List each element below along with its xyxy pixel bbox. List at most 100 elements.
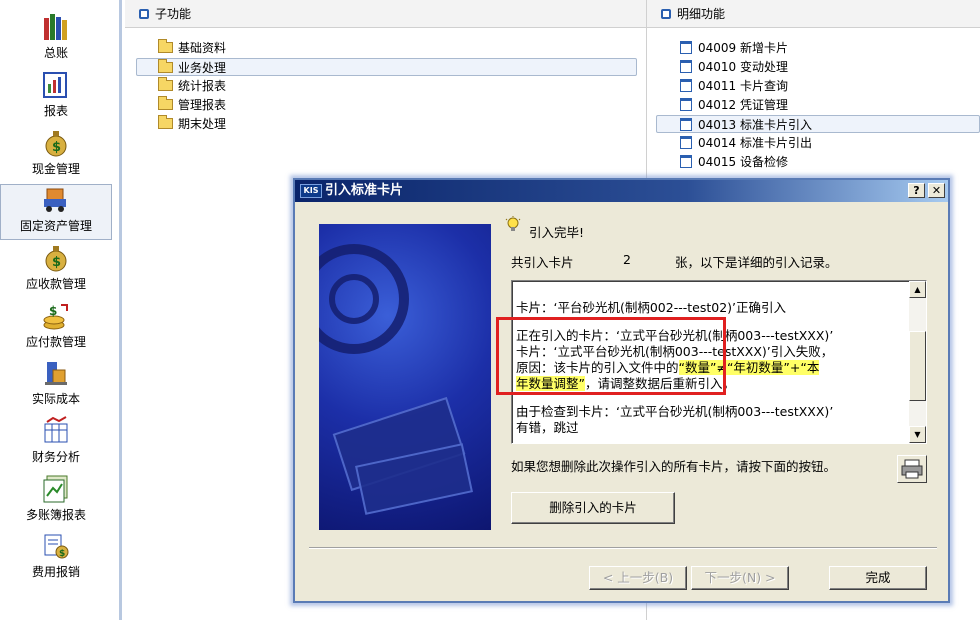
subfunction-item-business[interactable]: 业务处理 xyxy=(136,58,637,76)
detail-item-label: 标准卡片引出 xyxy=(740,136,813,150)
lightbulb-icon xyxy=(505,216,521,232)
summary-count: 2 xyxy=(623,252,631,267)
detail-item-04014[interactable]: 04014 标准卡片引出 xyxy=(680,134,812,152)
document-icon xyxy=(680,155,692,168)
sidebar-item-financial-analysis[interactable]: 财务分析 xyxy=(0,416,112,472)
scroll-up-button[interactable]: ▲ xyxy=(909,281,926,298)
subfunction-item-label: 期末处理 xyxy=(178,117,227,131)
analysis-icon xyxy=(41,416,71,446)
folder-icon xyxy=(158,77,173,91)
detail-item-label: 凭证管理 xyxy=(740,98,789,112)
delete-imported-cards-button[interactable]: 删除引入的卡片 xyxy=(511,492,675,524)
detail-item-code: 04013 xyxy=(698,118,737,132)
subfunction-item-label: 管理报表 xyxy=(178,98,227,112)
sidebar-item-reports[interactable]: 报表 xyxy=(0,70,112,126)
sidebar-item-label: 多账簿报表 xyxy=(25,508,86,522)
cost-icon xyxy=(41,358,71,388)
sidebar-item-cash-management[interactable]: $ 现金管理 xyxy=(0,128,112,184)
detail-item-04015[interactable]: 04015 设备检修 xyxy=(680,153,788,171)
folder-icon xyxy=(158,39,173,53)
subfunction-item-basic-data[interactable]: 基础资料 xyxy=(158,39,226,57)
detail-item-code: 04010 xyxy=(698,60,737,74)
payable-coins-icon: $ xyxy=(41,301,71,331)
sidebar-item-actual-cost[interactable]: 实际成本 xyxy=(0,358,112,414)
sidebar-item-label: 报表 xyxy=(43,104,68,118)
dialog-titlebar[interactable]: KIS 引入标准卡片 ? ✕ xyxy=(295,180,948,202)
import-complete-text: 引入完毕! xyxy=(529,225,585,240)
detail-item-label: 新增卡片 xyxy=(740,41,789,55)
fixed-asset-truck-icon xyxy=(41,185,71,215)
sidebar-item-fixed-assets[interactable]: 固定资产管理 xyxy=(0,184,112,240)
document-icon xyxy=(680,136,692,149)
kis-logo-icon: KIS xyxy=(300,184,322,198)
folder-icon xyxy=(158,115,173,129)
close-button[interactable]: ✕ xyxy=(928,183,945,198)
detail-item-04013[interactable]: 04013 标准卡片引入 xyxy=(656,115,980,133)
log-line: 有错，跳过 xyxy=(516,420,579,435)
subfunction-item-management-reports[interactable]: 管理报表 xyxy=(158,96,226,114)
multi-ledger-icon xyxy=(41,474,71,504)
scroll-thumb[interactable] xyxy=(909,331,926,401)
log-scrollbar[interactable]: ▲ ▼ xyxy=(909,281,926,443)
sidebar-item-payables[interactable]: $ 应付款管理 xyxy=(0,301,112,357)
document-icon xyxy=(680,79,692,92)
sidebar-item-receivables[interactable]: $ 应收款管理 xyxy=(0,243,112,299)
sidebar-item-label: 财务分析 xyxy=(31,450,80,464)
document-icon xyxy=(680,98,692,111)
subfunction-header: 子功能 xyxy=(125,0,646,28)
wizard-side-image xyxy=(319,224,491,530)
document-icon xyxy=(680,60,692,73)
detail-item-04009[interactable]: 04009 新增卡片 xyxy=(680,39,788,57)
detail-header: 明细功能 xyxy=(647,0,980,28)
delete-hint-text: 如果您想删除此次操作引入的所有卡片，请按下面的按钮。 xyxy=(511,459,837,474)
sidebar-item-label: 应付款管理 xyxy=(25,335,86,349)
subfunction-item-period-end[interactable]: 期末处理 xyxy=(158,115,226,133)
subfunction-item-statistics[interactable]: 统计报表 xyxy=(158,77,226,95)
detail-item-04010[interactable]: 04010 变动处理 xyxy=(680,58,788,76)
sidebar-item-label: 费用报销 xyxy=(31,565,80,579)
error-highlight-box xyxy=(496,317,726,395)
next-step-button[interactable]: 下一步(N) > xyxy=(691,566,789,590)
sidebar-item-label: 现金管理 xyxy=(31,162,80,176)
detail-item-code: 04014 xyxy=(698,136,737,150)
subfunction-header-label: 子功能 xyxy=(155,7,192,21)
svg-text:$: $ xyxy=(52,140,61,155)
detail-item-code: 04015 xyxy=(698,155,737,169)
folder-open-icon xyxy=(158,59,173,73)
import-standard-card-dialog: KIS 引入标准卡片 ? ✕ 引入完毕! 共引入卡片 2 张，以下是详细的引入记… xyxy=(293,178,950,603)
print-button[interactable] xyxy=(897,455,927,483)
sidebar-item-multi-ledger-reports[interactable]: 多账簿报表 xyxy=(0,474,112,530)
log-line: 卡片：‘平台砂光机(制柄002---test02)’正确引入 xyxy=(516,300,787,315)
cash-bag-icon: $ xyxy=(41,128,71,158)
scroll-down-button[interactable]: ▼ xyxy=(909,426,926,443)
printer-icon xyxy=(901,459,923,479)
detail-item-code: 04011 xyxy=(698,79,737,93)
sidebar-item-label: 总账 xyxy=(43,46,68,60)
sidebar-item-expense-reimbursement[interactable]: $ 费用报销 xyxy=(0,531,112,587)
detail-item-code: 04012 xyxy=(698,98,737,112)
finish-button[interactable]: 完成 xyxy=(829,566,927,590)
ledger-books-icon xyxy=(41,12,71,42)
summary-suffix: 张，以下是详细的引入记录。 xyxy=(675,255,838,270)
detail-item-04011[interactable]: 04011 卡片查询 xyxy=(680,77,788,95)
sidebar-item-label: 固定资产管理 xyxy=(19,219,92,233)
subfunction-item-label: 基础资料 xyxy=(178,41,227,55)
expense-icon: $ xyxy=(41,531,71,561)
summary-prefix: 共引入卡片 xyxy=(511,255,574,270)
detail-item-label: 标准卡片引入 xyxy=(740,118,813,132)
previous-step-button[interactable]: < 上一步(B) xyxy=(589,566,687,590)
detail-item-label: 设备检修 xyxy=(740,155,789,169)
subfunction-item-label: 业务处理 xyxy=(178,61,227,75)
document-icon xyxy=(680,118,692,131)
sidebar-item-general-ledger[interactable]: 总账 xyxy=(0,12,112,68)
module-sidebar: 总账 报表 $ 现金管理 固定资产管理 $ 应收款管理 $ 应付款管理 实际成本 xyxy=(0,0,122,620)
receivable-bag-icon: $ xyxy=(41,243,71,273)
sidebar-item-label: 应收款管理 xyxy=(25,277,86,291)
detail-item-04012[interactable]: 04012 凭证管理 xyxy=(680,96,788,114)
help-button[interactable]: ? xyxy=(908,183,925,198)
panel-header-icon xyxy=(139,9,149,19)
svg-text:$: $ xyxy=(49,304,57,318)
sidebar-item-label: 实际成本 xyxy=(31,392,80,406)
subfunction-item-label: 统计报表 xyxy=(178,79,227,93)
dialog-title: 引入标准卡片 xyxy=(325,183,404,198)
